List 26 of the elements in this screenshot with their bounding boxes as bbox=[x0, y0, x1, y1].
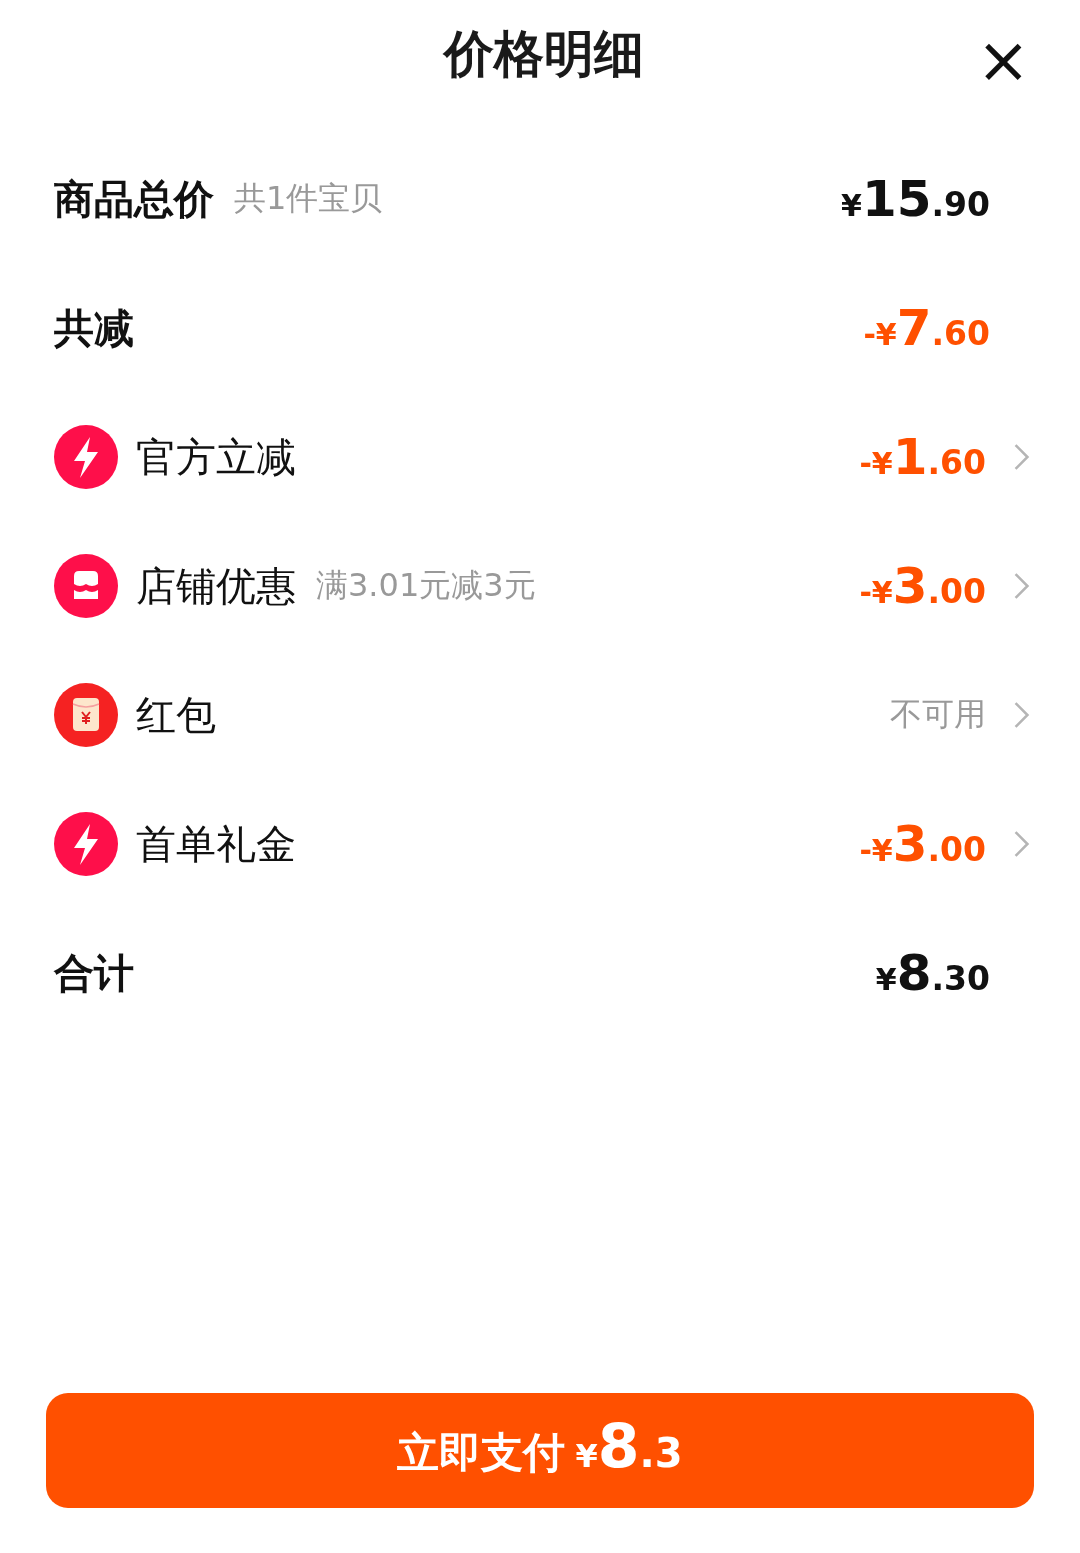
chevron-right-icon[interactable] bbox=[1013, 829, 1030, 859]
close-button[interactable]: × bbox=[972, 28, 1034, 92]
chevron-right-icon[interactable] bbox=[1013, 571, 1030, 601]
lightning-icon bbox=[54, 425, 118, 489]
row-label: 红包 bbox=[136, 690, 216, 740]
row-label: 共减 bbox=[54, 303, 134, 353]
row-label: 首单礼金 bbox=[136, 819, 296, 869]
row-note: 共1件宝贝 bbox=[234, 178, 383, 219]
lightning-icon bbox=[54, 812, 118, 876]
store-icon bbox=[54, 554, 118, 618]
price-amount: -¥1.60 bbox=[859, 428, 986, 486]
row-label: 店铺优惠 bbox=[136, 561, 296, 611]
row-note: 满3.01元减3元 bbox=[316, 565, 536, 606]
price-amount: -¥3.00 bbox=[859, 557, 986, 615]
price-amount: ¥8.30 bbox=[875, 944, 990, 1002]
price-amount: ¥15.90 bbox=[841, 170, 990, 228]
price-amount: -¥7.60 bbox=[863, 299, 990, 357]
chevron-right-icon[interactable] bbox=[1013, 442, 1030, 472]
row-label: 商品总价 bbox=[54, 174, 214, 224]
price-amount: -¥3.00 bbox=[859, 815, 986, 873]
sheet-title: 价格明细 bbox=[444, 24, 644, 85]
envelope-icon bbox=[54, 683, 118, 747]
row-label: 官方立减 bbox=[136, 432, 296, 482]
status-text: 不可用 bbox=[890, 694, 986, 735]
row-label: 合计 bbox=[54, 948, 134, 998]
chevron-right-icon[interactable] bbox=[1013, 700, 1030, 730]
